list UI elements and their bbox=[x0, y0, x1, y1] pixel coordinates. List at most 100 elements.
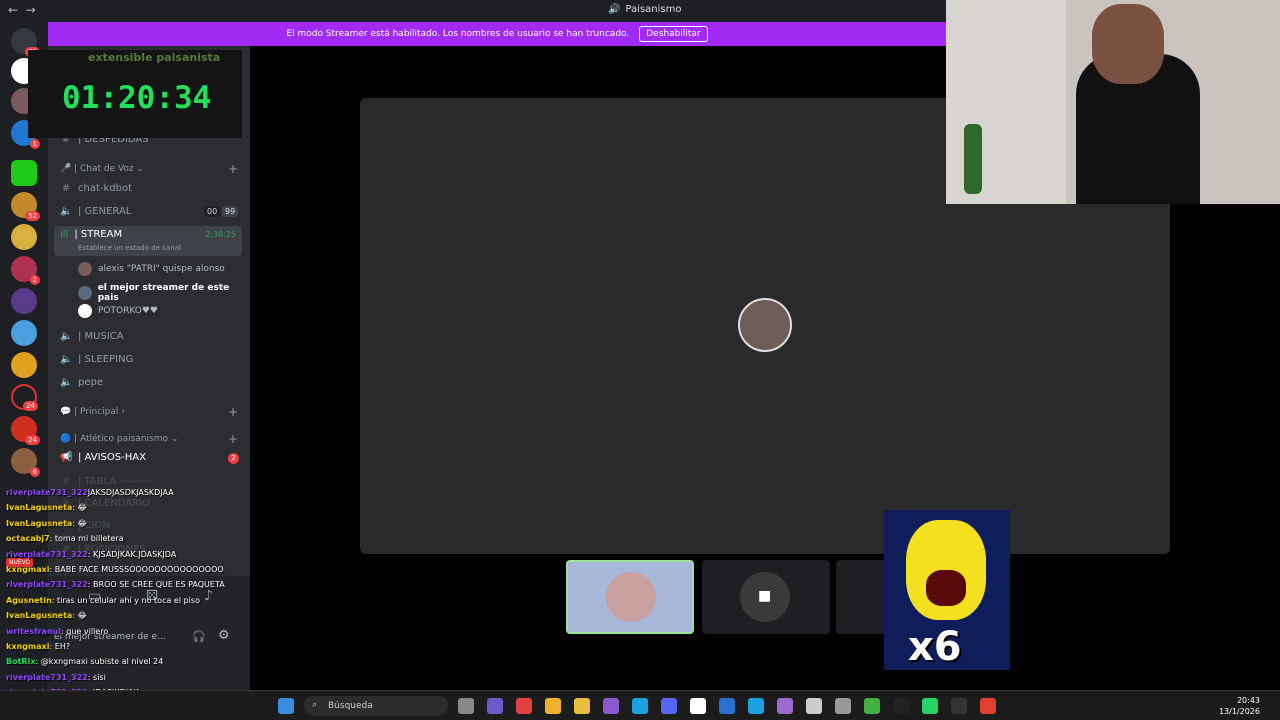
user-count: 00 bbox=[204, 206, 221, 217]
server-icon[interactable] bbox=[11, 160, 37, 186]
chat-username: riverplate731_322 bbox=[6, 549, 88, 559]
chat-message: riverplate731_322JAKSDJASDKJASKDJAA bbox=[6, 488, 174, 497]
chat-message: riverplate731_322: BROO SE CREE QUE ES P… bbox=[6, 580, 225, 589]
chat-username: riverplate731_322 bbox=[6, 672, 88, 682]
taskbar-app-icon[interactable] bbox=[603, 698, 619, 714]
avatar bbox=[78, 304, 92, 318]
chat-message: IvanLagusneta: 😂 bbox=[6, 611, 87, 620]
channel-tabla[interactable]: # | TABLA --------- bbox=[60, 476, 152, 487]
voice-user[interactable]: alexis "PATRI" quispe alonso bbox=[78, 262, 225, 276]
chat-text: : BABE FACE MUSSSOOOOOOOOOOOOOOO bbox=[49, 565, 224, 574]
taskbar-app-icon[interactable] bbox=[922, 698, 938, 714]
speaker-icon: 🔈 bbox=[60, 331, 73, 342]
camera-icon: ■ bbox=[758, 588, 772, 604]
add-channel-icon[interactable]: + bbox=[228, 162, 238, 176]
voice-channel-general[interactable]: 🔈 | GENERAL bbox=[60, 206, 131, 217]
taskbar-app-icon[interactable] bbox=[690, 698, 706, 714]
server-icon[interactable]: 6 bbox=[11, 448, 40, 477]
taskbar-app-icon[interactable] bbox=[458, 698, 474, 714]
chat-message: riverplate731_322: sisi bbox=[6, 673, 106, 682]
taskbar: ⌕ Búsqueda 20:43 13/1/2026 bbox=[0, 690, 1280, 720]
chat-text: : sisi bbox=[87, 672, 106, 682]
speaker-icon: 🔈 bbox=[60, 354, 73, 365]
chat-message: Agusnetin: tiras un celular ahí y no toc… bbox=[6, 596, 200, 605]
stream-duration: 2:38:25 bbox=[205, 230, 236, 239]
chat-username: riverplate731_322 bbox=[6, 580, 88, 590]
user-limit: 99 bbox=[222, 206, 239, 217]
screen: ← → 🔊 Paisanismo 81 1 52 2 24 24 6 El mo… bbox=[0, 0, 1280, 720]
channel-status[interactable]: Establece un estado de canal bbox=[78, 244, 181, 252]
voice-channel-sleeping[interactable]: 🔈 | SLEEPING bbox=[60, 354, 133, 365]
participant-thumbnail[interactable]: ■ bbox=[702, 560, 830, 634]
participant-thumbnail[interactable] bbox=[566, 560, 694, 634]
server-icon[interactable] bbox=[11, 288, 37, 314]
chat-message: kxngmaxi: EH? bbox=[6, 642, 70, 651]
taskbar-app-icon[interactable] bbox=[719, 698, 735, 714]
voice-user[interactable]: POTORKO♥♥ bbox=[78, 304, 158, 318]
avatar bbox=[78, 286, 92, 300]
system-clock: 20:43 13/1/2026 bbox=[1218, 696, 1260, 716]
stream-chat-overlay: NUEVO riverplate731_322JAKSDJASDKJASKDJA… bbox=[6, 488, 246, 718]
category-principal[interactable]: 💬 | Principal › bbox=[60, 407, 125, 417]
emote-multiplier: x6 bbox=[908, 624, 962, 670]
taskbar-app-icon[interactable] bbox=[574, 698, 590, 714]
taskbar-app-icon[interactable] bbox=[806, 698, 822, 714]
taskbar-app-icon[interactable] bbox=[487, 698, 503, 714]
chat-message: octacabj7: toma mi billetera bbox=[6, 534, 124, 543]
add-channel-icon[interactable]: + bbox=[228, 405, 238, 419]
voice-user[interactable]: el mejor streamer de este pais bbox=[78, 283, 250, 303]
chat-text: JAKSDJASDKJASKDJAA bbox=[87, 488, 174, 497]
server-icon[interactable]: 52 bbox=[11, 192, 40, 221]
chat-message: BotRix: @kxngmaxi subiste al nivel 24 bbox=[6, 657, 163, 666]
category-atletico[interactable]: 🔵 | Atlético paisanismo ⌄ bbox=[60, 434, 178, 444]
server-icon[interactable] bbox=[11, 320, 37, 346]
chat-username: BotRix bbox=[6, 657, 36, 667]
taskbar-app-icon[interactable] bbox=[951, 698, 967, 714]
taskbar-app-icon[interactable] bbox=[835, 698, 851, 714]
category-chat-de-voz[interactable]: 🎤 | Chat de Voz ⌄ bbox=[60, 164, 144, 174]
voice-channel-pepe[interactable]: 🔈 pepe bbox=[60, 377, 103, 388]
mention-badge: 2 bbox=[228, 453, 239, 464]
taskbar-search[interactable]: ⌕ Búsqueda bbox=[304, 696, 448, 716]
emote-mouth bbox=[926, 570, 966, 606]
windows-start-icon[interactable] bbox=[278, 698, 294, 714]
hash-icon: # bbox=[61, 183, 71, 194]
server-icon[interactable] bbox=[11, 352, 37, 378]
voice-channel-musica[interactable]: 🔈 | MUSICA bbox=[60, 331, 124, 342]
server-icon[interactable]: 2 bbox=[11, 256, 40, 285]
server-icon[interactable]: 24 bbox=[11, 416, 40, 445]
taskbar-app-icon[interactable] bbox=[980, 698, 996, 714]
chat-text: : KJSADJKAK.JDASKJDA bbox=[87, 549, 177, 559]
chat-text: : 😂 bbox=[72, 611, 87, 621]
chat-message: IvanLagusneta: 😂 bbox=[6, 519, 87, 528]
taskbar-app-icon[interactable] bbox=[748, 698, 764, 714]
taskbar-app-icon[interactable] bbox=[864, 698, 880, 714]
chat-username: writesfranul bbox=[6, 626, 62, 636]
back-arrow-icon[interactable]: ← → bbox=[8, 3, 36, 17]
chat-message: riverplate731_322: KJSADJKAK.JDASKJDA bbox=[6, 550, 176, 559]
taskbar-app-icon[interactable] bbox=[661, 698, 677, 714]
chat-text: : que villero bbox=[61, 626, 109, 636]
streamer-head bbox=[1092, 4, 1164, 84]
voice-channel-stream[interactable]: ıll | STREAM 2:38:25 Establece un estado… bbox=[54, 226, 242, 256]
megaphone-icon: 📢 bbox=[60, 452, 73, 463]
disable-streamer-mode-button[interactable]: Deshabilitar bbox=[639, 26, 708, 42]
banner-text: El modo Streamer está habilitado. Los no… bbox=[286, 29, 630, 39]
taskbar-app-icon[interactable] bbox=[632, 698, 648, 714]
server-icon[interactable]: 24 bbox=[11, 384, 38, 411]
chat-text: : @kxngmaxi subiste al nivel 24 bbox=[35, 657, 164, 667]
taskbar-app-icon[interactable] bbox=[545, 698, 561, 714]
taskbar-app-icon[interactable] bbox=[893, 698, 909, 714]
server-icon[interactable] bbox=[11, 224, 37, 250]
timer-brand: extensible paisanista bbox=[88, 51, 221, 64]
timer-value: 01:20:34 bbox=[62, 80, 212, 116]
stream-timer-overlay: extensible paisanista 01:20:34 bbox=[28, 50, 242, 138]
channel-avisos-hax[interactable]: 📢 | AVISOS-HAX bbox=[60, 452, 146, 463]
taskbar-app-icon[interactable] bbox=[777, 698, 793, 714]
add-channel-icon[interactable]: + bbox=[228, 432, 238, 446]
channel-chat-kdbot[interactable]: # chat-kdbot bbox=[60, 183, 132, 194]
chat-username: Agusnetin bbox=[6, 595, 52, 605]
chat-text: : BROO SE CREE QUE ES PAQUETA bbox=[87, 580, 225, 590]
streamer-mode-banner: El modo Streamer está habilitado. Los no… bbox=[48, 22, 946, 46]
taskbar-app-icon[interactable] bbox=[516, 698, 532, 714]
